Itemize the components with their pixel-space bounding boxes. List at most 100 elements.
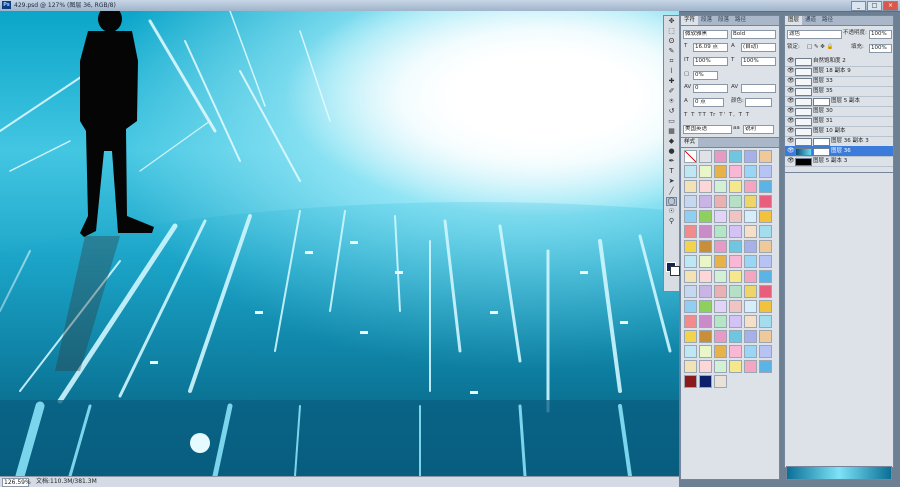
style-swatch[interactable] (684, 270, 697, 283)
pen-tool-icon[interactable]: ✒ (666, 157, 677, 166)
style-swatch[interactable] (759, 165, 772, 178)
style-swatch[interactable] (699, 225, 712, 238)
visibility-eye-icon[interactable]: 👁 (787, 86, 795, 96)
style-swatch[interactable] (684, 150, 697, 163)
quick-select-tool-icon[interactable]: ✎ (666, 47, 677, 56)
style-swatch[interactable] (714, 225, 727, 238)
style-swatch[interactable] (729, 315, 742, 328)
style-swatch[interactable] (714, 285, 727, 298)
tab-character[interactable]: 字符 (681, 16, 699, 25)
style-swatch[interactable] (729, 270, 742, 283)
style-swatch[interactable] (684, 165, 697, 178)
style-swatch[interactable] (744, 345, 757, 358)
3d-tool-icon[interactable]: ☉ (666, 207, 677, 216)
lasso-tool-icon[interactable]: ʘ (666, 37, 677, 46)
style-swatch[interactable] (729, 210, 742, 223)
visibility-eye-icon[interactable]: 👁 (787, 146, 795, 156)
visibility-eye-icon[interactable]: 👁 (787, 106, 795, 116)
layer-row[interactable]: 👁 图层 5 副本 3 (785, 156, 893, 167)
tab-layers[interactable]: 图层 (785, 16, 803, 25)
style-swatch[interactable] (729, 285, 742, 298)
style-swatch[interactable] (714, 180, 727, 193)
type-tool-icon[interactable]: T (666, 167, 677, 176)
crop-tool-icon[interactable]: ⌗ (666, 57, 677, 66)
style-swatch[interactable] (684, 255, 697, 268)
minimize-button[interactable]: _ (851, 1, 866, 11)
style-swatch[interactable] (729, 330, 742, 343)
style-swatch[interactable] (744, 270, 757, 283)
style-swatch[interactable] (759, 255, 772, 268)
style-swatch[interactable] (729, 255, 742, 268)
style-swatch[interactable] (729, 240, 742, 253)
visibility-eye-icon[interactable]: 👁 (787, 156, 795, 166)
style-swatch[interactable] (684, 240, 697, 253)
style-swatch[interactable] (714, 330, 727, 343)
horizontal-scale-field[interactable]: 100% (741, 57, 776, 66)
lock-icons[interactable]: □ ✎ ✥ 🔒 (807, 43, 834, 52)
style-swatch[interactable] (699, 180, 712, 193)
opacity-field[interactable]: 100% (869, 30, 892, 39)
visibility-eye-icon[interactable]: 👁 (787, 136, 795, 146)
style-swatch[interactable] (729, 150, 742, 163)
style-swatch[interactable] (714, 195, 727, 208)
fill-field[interactable]: 100% (869, 44, 892, 53)
marquee-tool-icon[interactable]: ⬚ (666, 27, 677, 36)
move-tool-icon[interactable]: ✥ (666, 17, 677, 26)
style-swatch[interactable] (759, 345, 772, 358)
style-swatch[interactable] (729, 345, 742, 358)
style-swatch[interactable] (744, 150, 757, 163)
close-button[interactable]: × (883, 1, 898, 11)
style-swatch[interactable] (684, 315, 697, 328)
style-swatch[interactable] (744, 300, 757, 313)
style-swatch[interactable] (699, 195, 712, 208)
visibility-eye-icon[interactable]: 👁 (787, 126, 795, 136)
font-style-select[interactable]: Bold (731, 30, 776, 39)
background-color-swatch[interactable] (670, 266, 680, 276)
style-swatch[interactable] (729, 180, 742, 193)
style-swatch[interactable] (714, 360, 727, 373)
path-select-tool-icon[interactable]: ➤ (666, 177, 677, 186)
style-swatch[interactable] (729, 165, 742, 178)
style-swatch[interactable] (684, 210, 697, 223)
tab-channels[interactable]: 通道 (802, 16, 819, 25)
style-swatch[interactable] (699, 255, 712, 268)
tab-styles[interactable]: 样式 (681, 138, 699, 147)
style-swatch[interactable] (684, 225, 697, 238)
style-swatch[interactable] (759, 315, 772, 328)
style-swatch[interactable] (699, 285, 712, 298)
style-swatch[interactable] (759, 240, 772, 253)
style-swatch[interactable] (699, 315, 712, 328)
leading-field[interactable]: (自动) (741, 43, 776, 52)
style-swatch[interactable] (684, 195, 697, 208)
style-swatch[interactable] (759, 180, 772, 193)
style-swatch[interactable] (729, 300, 742, 313)
visibility-eye-icon[interactable]: 👁 (787, 96, 795, 106)
maximize-button[interactable]: □ (867, 1, 882, 11)
gradient-tool-icon[interactable]: ▦ (666, 127, 677, 136)
eraser-tool-icon[interactable]: ▭ (666, 117, 677, 126)
tracking-field[interactable]: 0% (693, 71, 718, 80)
healing-tool-icon[interactable]: ✚ (666, 77, 677, 86)
style-swatch[interactable] (699, 360, 712, 373)
style-swatch[interactable] (699, 270, 712, 283)
baseline-field[interactable]: 0 点 (693, 98, 724, 107)
style-swatch[interactable] (729, 375, 740, 386)
text-style-buttons[interactable]: T T TT Tr T' T, T T (684, 111, 750, 120)
style-swatch[interactable] (684, 345, 697, 358)
style-swatch[interactable] (699, 375, 712, 388)
visibility-eye-icon[interactable]: 👁 (787, 66, 795, 76)
style-swatch[interactable] (714, 300, 727, 313)
text-color-swatch[interactable] (745, 98, 772, 107)
style-swatch[interactable] (759, 150, 772, 163)
visibility-eye-icon[interactable]: 👁 (787, 116, 795, 126)
style-swatch[interactable] (714, 375, 727, 388)
style-swatch[interactable] (729, 195, 742, 208)
tab-paragraph-2[interactable]: 段落 (715, 16, 732, 25)
style-swatch[interactable] (699, 345, 712, 358)
style-swatch[interactable] (759, 300, 772, 313)
style-swatch[interactable] (759, 270, 772, 283)
ellipse-tool-icon[interactable]: ◯ (666, 197, 677, 206)
dodge-tool-icon[interactable]: ● (666, 147, 677, 156)
style-swatch[interactable] (684, 300, 697, 313)
style-swatch[interactable] (744, 255, 757, 268)
